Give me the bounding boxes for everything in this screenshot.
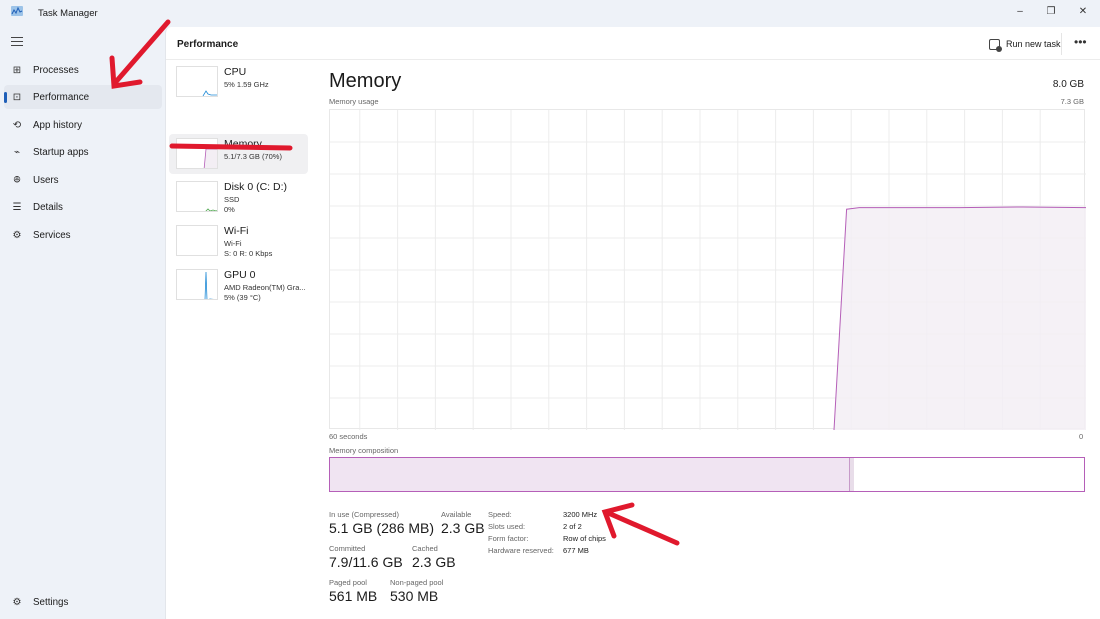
sidebar-item-services[interactable]: ⚙ Services: [4, 223, 162, 247]
composition-in-use[interactable]: [330, 458, 851, 491]
minimize-button[interactable]: –: [1004, 0, 1036, 22]
in-use-value: 5.1 GB (286 MB): [329, 520, 435, 536]
form-factor-value: Row of chips: [563, 534, 606, 543]
sidebar-item-startup-apps[interactable]: ⌁ Startup apps: [4, 140, 162, 164]
slots-used-value: 2 of 2: [563, 522, 582, 531]
paged-pool-value: 561 MB: [329, 588, 378, 604]
processes-icon: ⊞: [12, 64, 22, 76]
device-name: Memory: [224, 138, 262, 150]
cpu-thumbnail-graph: [176, 66, 218, 97]
command-bar: Performance Run new task •••: [166, 27, 1100, 60]
sidebar: ⊞ Processes ⊡ Performance ⟲ App history …: [0, 27, 165, 619]
memory-usage-svg: [330, 110, 1087, 431]
run-new-task-button[interactable]: Run new task: [989, 36, 1061, 52]
x-axis-right-label: 0: [1079, 432, 1084, 441]
title-bar: Task Manager – ❐ ✕: [0, 0, 1100, 27]
available-label: Available: [441, 510, 472, 519]
hardware-reserved-label: Hardware reserved:: [488, 546, 554, 555]
performance-icon: ⊡: [12, 91, 22, 103]
available-value: 2.3 GB: [441, 520, 485, 536]
sidebar-item-performance[interactable]: ⊡ Performance: [4, 85, 162, 109]
window-title: Task Manager: [38, 8, 98, 19]
sidebar-item-details[interactable]: ☰ Details: [4, 195, 162, 219]
device-stat: 5% 1.59 GHz: [224, 80, 269, 89]
settings-icon: ⚙: [12, 596, 22, 608]
sidebar-item-label: Settings: [33, 596, 69, 608]
composition-modified[interactable]: [850, 458, 855, 491]
maximize-button[interactable]: ❐: [1035, 0, 1067, 22]
disk-thumbnail-graph: [176, 181, 218, 212]
non-paged-pool-value: 530 MB: [390, 588, 439, 604]
device-item-gpu[interactable]: GPU 0 AMD Radeon(TM) Gra... 5% (39 °C): [169, 265, 308, 305]
details-icon: ☰: [12, 201, 22, 213]
history-icon: ⟲: [12, 119, 22, 131]
device-stat: S: 0 R: 0 Kbps: [224, 249, 273, 258]
device-item-cpu[interactable]: CPU 5% 1.59 GHz: [169, 62, 308, 102]
non-paged-pool-label: Non-paged pool: [390, 578, 444, 587]
cached-value: 2.3 GB: [412, 554, 456, 570]
in-use-label: In use (Compressed): [329, 510, 400, 519]
close-button[interactable]: ✕: [1067, 0, 1099, 22]
device-item-wifi[interactable]: Wi-Fi Wi-Fi S: 0 R: 0 Kbps: [169, 221, 308, 261]
services-icon: ⚙: [12, 229, 22, 241]
device-name: Disk 0 (C: D:): [224, 181, 287, 193]
divider: [1061, 33, 1062, 55]
hardware-reserved-value: 677 MB: [563, 546, 589, 555]
main-panel: Performance Run new task ••• CPU 5% 1.59…: [165, 27, 1100, 619]
slots-used-label: Slots used:: [488, 522, 526, 531]
committed-label: Committed: [329, 544, 366, 553]
memory-thumbnail-graph: [176, 138, 218, 169]
more-options-button[interactable]: •••: [1074, 35, 1087, 49]
speed-value: 3200 MHz: [563, 510, 598, 519]
memory-usage-chart: [329, 109, 1087, 431]
cached-label: Cached: [412, 544, 438, 553]
sidebar-item-label: Details: [33, 201, 63, 213]
gpu-thumbnail-graph: [176, 269, 218, 300]
sidebar-item-label: Startup apps: [33, 146, 89, 158]
speed-label: Speed:: [488, 510, 512, 519]
task-manager-app-icon: [11, 6, 23, 16]
device-stat: Wi-Fi: [224, 239, 242, 248]
sidebar-item-users[interactable]: ꔮ Users: [4, 168, 162, 192]
sidebar-item-label: App history: [33, 119, 83, 131]
device-stat: 5% (39 °C): [224, 293, 261, 302]
memory-usage-label: Memory usage: [329, 97, 379, 106]
paged-pool-label: Paged pool: [329, 578, 367, 587]
sidebar-item-settings[interactable]: ⚙ Settings: [4, 590, 162, 614]
sidebar-item-processes[interactable]: ⊞ Processes: [4, 58, 162, 82]
resource-title: Memory: [329, 70, 402, 92]
device-name: CPU: [224, 66, 247, 78]
total-memory: 8.0 GB: [1052, 79, 1084, 90]
sidebar-item-app-history[interactable]: ⟲ App history: [4, 113, 162, 137]
form-factor-label: Form factor:: [488, 534, 529, 543]
run-task-icon: [989, 38, 1002, 52]
device-stat: AMD Radeon(TM) Gra...: [224, 283, 306, 292]
device-stat: SSD: [224, 195, 240, 204]
device-stat: 0%: [224, 205, 235, 214]
run-new-task-label: Run new task: [1006, 39, 1061, 49]
device-item-disk[interactable]: Disk 0 (C: D:) SSD 0%: [169, 177, 308, 217]
wifi-thumbnail-graph: [176, 225, 218, 256]
sidebar-item-label: Performance: [33, 91, 90, 103]
device-name: GPU 0: [224, 269, 256, 281]
hamburger-icon[interactable]: [11, 37, 23, 49]
memory-composition-label: Memory composition: [329, 446, 399, 455]
users-icon: ꔮ: [13, 174, 21, 186]
page-title: Performance: [177, 39, 239, 50]
memory-usage-area: [834, 206, 1086, 430]
sidebar-item-label: Processes: [33, 64, 79, 76]
startup-icon: ⌁: [13, 146, 21, 158]
memory-usage-max: 7.3 GB: [1060, 97, 1084, 106]
device-item-memory[interactable]: Memory 5.1/7.3 GB (70%): [169, 134, 308, 174]
device-stat: 5.1/7.3 GB (70%): [224, 152, 282, 161]
sidebar-item-label: Services: [33, 229, 71, 241]
sidebar-item-label: Users: [33, 174, 59, 186]
committed-value: 7.9/11.6 GB: [329, 554, 403, 570]
memory-composition-bar: [329, 457, 1085, 492]
device-name: Wi-Fi: [224, 225, 249, 237]
x-axis-left-label: 60 seconds: [329, 432, 368, 441]
